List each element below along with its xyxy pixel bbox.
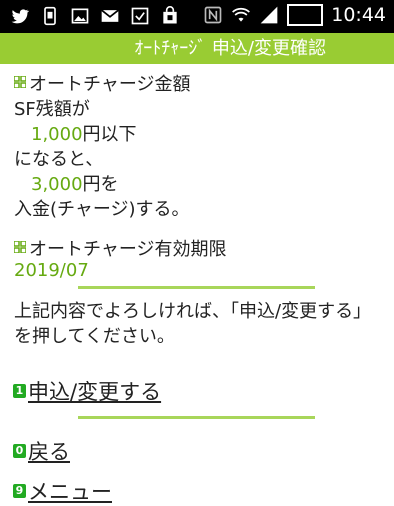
- menu-action[interactable]: 9 メニュー: [13, 476, 112, 506]
- key-1-icon: 1: [13, 384, 26, 398]
- charge-suffix: 円を: [82, 174, 119, 195]
- section-auto-charge-amount: オートチャージ金額: [14, 70, 190, 96]
- threshold-suffix: 円以下: [82, 124, 137, 145]
- notification-icons: [10, 6, 180, 26]
- confirm-text-line1: 上記内容でよろしければ、「申込/変更する」: [14, 301, 372, 322]
- divider: [78, 416, 315, 419]
- charge-amount: 3,000: [31, 174, 83, 195]
- clock: 10:44: [331, 4, 386, 26]
- signal-icon: [260, 6, 277, 24]
- key-0-icon: 0: [13, 444, 26, 458]
- submit-action[interactable]: 1 申込/変更する: [13, 376, 161, 406]
- condition-text: になると、: [14, 149, 104, 170]
- checkbox-icon: [131, 7, 149, 25]
- shopping-bag-icon: [163, 6, 177, 24]
- nfc-icon: [204, 6, 221, 24]
- menu-link[interactable]: メニュー: [28, 476, 112, 506]
- battery-indicator: 49%: [286, 4, 324, 26]
- section-heading: オートチャージ金額: [29, 74, 191, 95]
- sf-balance-text: SF残額が: [14, 99, 90, 120]
- threshold-amount: 1,000: [31, 124, 83, 145]
- back-link[interactable]: 戻る: [28, 436, 70, 466]
- grid-bullet-icon: [14, 241, 26, 253]
- deposit-text: 入金(チャージ)する。: [14, 199, 190, 220]
- charge-amount-row: 3,000円を: [14, 170, 119, 196]
- twitter-icon: [11, 9, 30, 24]
- section-heading: オートチャージ有効期限: [29, 239, 227, 260]
- expiry-value: 2019/07: [14, 260, 89, 281]
- wifi-icon: [231, 7, 250, 22]
- confirm-text-line2: を押してください。: [14, 326, 175, 347]
- page-title: ｵｰﾄﾁｬｰｼﾞ 申込/変更確認: [0, 33, 394, 64]
- system-status: 49% 10:44: [203, 4, 386, 26]
- phone-icon: [44, 6, 56, 26]
- divider: [78, 286, 315, 289]
- grid-bullet-icon: [14, 76, 26, 88]
- threshold-amount-row: 1,000円以下: [14, 120, 137, 146]
- section-expiry: オートチャージ有効期限: [14, 235, 226, 261]
- status-bar: 49% 10:44: [0, 0, 394, 33]
- image-icon: [71, 8, 89, 24]
- back-action[interactable]: 0 戻る: [13, 436, 70, 466]
- submit-link[interactable]: 申込/変更する: [28, 376, 161, 406]
- gmail-icon: [101, 9, 119, 22]
- key-9-icon: 9: [13, 484, 26, 498]
